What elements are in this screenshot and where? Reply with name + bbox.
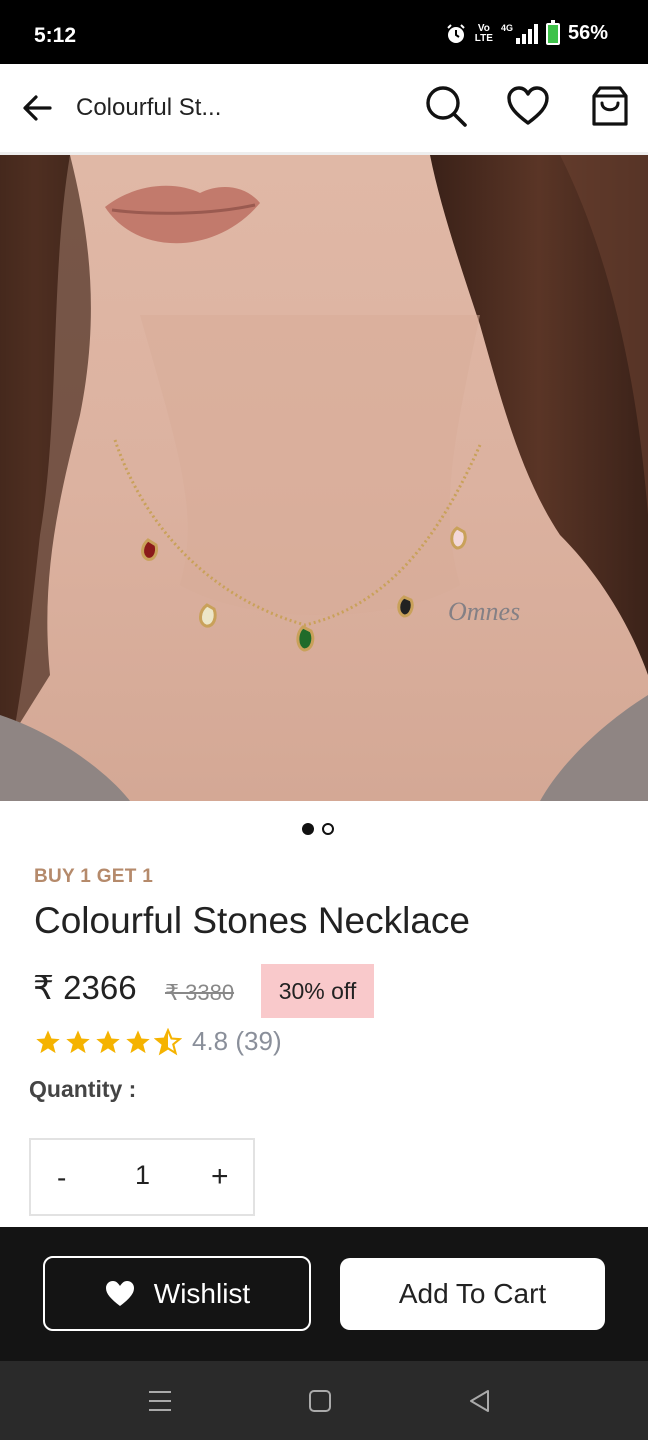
battery-percent: 56% — [567, 22, 608, 44]
app-bar: Colourful St... — [0, 64, 648, 155]
back-nav-icon[interactable] — [466, 1387, 494, 1415]
carousel-dot[interactable] — [322, 823, 334, 835]
product-photo: Omnes — [0, 155, 648, 801]
carousel-indicator — [302, 823, 334, 835]
volte-bottom: LTE — [474, 32, 493, 44]
quantity-label: Quantity : — [29, 1076, 137, 1102]
quantity-increase-button[interactable]: + — [211, 1160, 229, 1194]
wishlist-label: Wishlist — [153, 1277, 251, 1309]
bottom-action-bar: Wishlist Add To Cart — [0, 1227, 648, 1361]
rating-text: 4.8 (39) — [192, 1026, 282, 1056]
add-to-cart-label: Add To Cart — [398, 1278, 547, 1309]
product-mrp: ₹ 3380 — [165, 980, 235, 1005]
battery-charging-icon — [545, 19, 560, 45]
rating[interactable]: 4.8 (39) — [34, 1026, 282, 1057]
signal-bars — [515, 23, 538, 44]
network-type: 4G — [500, 22, 513, 33]
svg-text:Omnes: Omnes — [448, 597, 520, 626]
star-icon — [36, 1029, 60, 1053]
alarm-icon — [447, 23, 465, 43]
quantity-decrease-button[interactable]: - — [57, 1162, 66, 1194]
recent-apps-icon[interactable] — [146, 1387, 174, 1415]
quantity-stepper: - 1 + — [29, 1138, 255, 1216]
page-title: Colourful St... — [76, 94, 222, 121]
volte-icon: Vo LTE — [474, 23, 493, 44]
product-image[interactable]: Omnes — [0, 155, 648, 801]
promo-label: BUY 1 GET 1 — [34, 866, 154, 887]
star-icon — [66, 1029, 90, 1053]
back-arrow-icon[interactable] — [20, 90, 56, 126]
add-to-cart-button[interactable]: Add To Cart — [340, 1258, 605, 1330]
quantity-value: 1 — [135, 1160, 151, 1190]
system-nav-bar — [0, 1361, 648, 1440]
status-icons: Vo LTE 4G 56% — [445, 19, 608, 45]
star-half-icon — [154, 1027, 182, 1055]
status-bar: 5:12 Vo LTE 4G 56% — [0, 0, 648, 64]
star-icon — [126, 1029, 150, 1053]
wishlist-button[interactable]: Wishlist — [43, 1256, 311, 1331]
product-title: Colourful Stones Necklace — [34, 900, 470, 941]
signal-icon: 4G — [500, 22, 538, 44]
status-time: 5:12 — [34, 24, 77, 47]
heart-icon[interactable] — [506, 84, 550, 128]
carousel-dot-active[interactable] — [302, 823, 314, 835]
star-icon — [96, 1029, 120, 1053]
home-icon[interactable] — [306, 1387, 334, 1415]
search-icon[interactable] — [424, 84, 468, 128]
heart-filled-icon — [105, 1280, 134, 1306]
product-price: ₹ 2366 — [33, 969, 137, 1006]
shopping-bag-icon[interactable] — [588, 84, 632, 128]
discount-badge: 30% off — [261, 964, 374, 1018]
